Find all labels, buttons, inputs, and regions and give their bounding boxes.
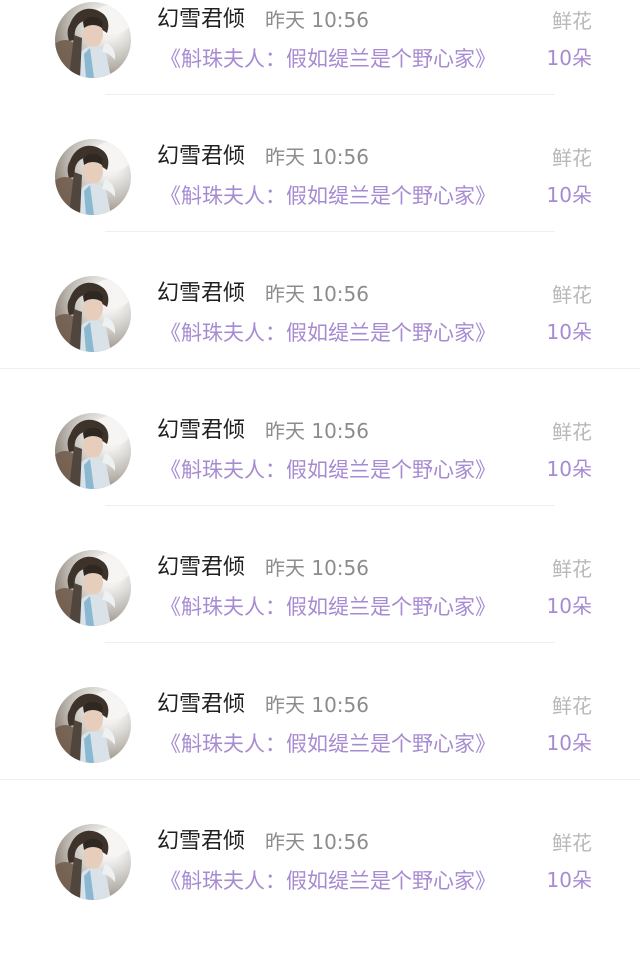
row-divider xyxy=(105,505,555,506)
row-divider xyxy=(105,94,555,95)
gift-message-row[interactable]: 幻雪君倾 昨天 10:56 《斛珠夫人：假如缇兰是个野心家》 鲜花 10朵 xyxy=(0,274,640,411)
message-time: 昨天 10:56 xyxy=(265,419,369,443)
message-time: 昨天 10:56 xyxy=(265,282,369,306)
book-title-link[interactable]: 《斛珠夫人：假如缇兰是个野心家》 xyxy=(160,182,496,210)
gift-count: 10朵 xyxy=(546,320,592,344)
gift-count: 10朵 xyxy=(546,457,592,481)
book-title-link[interactable]: 《斛珠夫人：假如缇兰是个野心家》 xyxy=(160,867,496,895)
message-time: 昨天 10:56 xyxy=(265,693,369,717)
row-divider xyxy=(105,642,555,643)
user-name[interactable]: 幻雪君倾 xyxy=(157,554,245,582)
gift-type-label: 鲜花 xyxy=(552,9,592,33)
book-title-link[interactable]: 《斛珠夫人：假如缇兰是个野心家》 xyxy=(160,45,496,73)
gift-count: 10朵 xyxy=(546,46,592,70)
gift-message-row[interactable]: 幻雪君倾 昨天 10:56 《斛珠夫人：假如缇兰是个野心家》 鲜花 10朵 xyxy=(0,0,640,137)
user-name[interactable]: 幻雪君倾 xyxy=(157,280,245,308)
book-title-link[interactable]: 《斛珠夫人：假如缇兰是个野心家》 xyxy=(160,593,496,621)
gift-type-label: 鲜花 xyxy=(552,146,592,170)
gift-message-row[interactable]: 幻雪君倾 昨天 10:56 《斛珠夫人：假如缇兰是个野心家》 鲜花 10朵 xyxy=(0,822,640,959)
gift-message-row[interactable]: 幻雪君倾 昨天 10:56 《斛珠夫人：假如缇兰是个野心家》 鲜花 10朵 xyxy=(0,137,640,274)
user-name[interactable]: 幻雪君倾 xyxy=(157,6,245,34)
message-time: 昨天 10:56 xyxy=(265,8,369,32)
user-avatar[interactable] xyxy=(55,824,131,900)
gift-message-row[interactable]: 幻雪君倾 昨天 10:56 《斛珠夫人：假如缇兰是个野心家》 鲜花 10朵 xyxy=(0,548,640,685)
user-avatar[interactable] xyxy=(55,687,131,763)
gift-message-row[interactable]: 幻雪君倾 昨天 10:56 《斛珠夫人：假如缇兰是个野心家》 鲜花 10朵 xyxy=(0,685,640,822)
user-avatar[interactable] xyxy=(55,2,131,78)
gift-type-label: 鲜花 xyxy=(552,283,592,307)
user-name[interactable]: 幻雪君倾 xyxy=(157,828,245,856)
gift-type-label: 鲜花 xyxy=(552,694,592,718)
message-time: 昨天 10:56 xyxy=(265,145,369,169)
gift-message-list: 幻雪君倾 昨天 10:56 《斛珠夫人：假如缇兰是个野心家》 鲜花 10朵 幻雪… xyxy=(0,0,640,919)
book-title-link[interactable]: 《斛珠夫人：假如缇兰是个野心家》 xyxy=(160,456,496,484)
user-avatar[interactable] xyxy=(55,139,131,215)
user-avatar[interactable] xyxy=(55,550,131,626)
gift-type-label: 鲜花 xyxy=(552,557,592,581)
user-name[interactable]: 幻雪君倾 xyxy=(157,417,245,445)
gift-count: 10朵 xyxy=(546,594,592,618)
gift-type-label: 鲜花 xyxy=(552,420,592,444)
row-divider xyxy=(0,368,640,369)
row-divider xyxy=(0,779,640,780)
row-divider xyxy=(105,231,555,232)
message-time: 昨天 10:56 xyxy=(265,830,369,854)
gift-count: 10朵 xyxy=(546,183,592,207)
user-avatar[interactable] xyxy=(55,413,131,489)
gift-type-label: 鲜花 xyxy=(552,831,592,855)
message-time: 昨天 10:56 xyxy=(265,556,369,580)
book-title-link[interactable]: 《斛珠夫人：假如缇兰是个野心家》 xyxy=(160,730,496,758)
gift-count: 10朵 xyxy=(546,868,592,892)
user-name[interactable]: 幻雪君倾 xyxy=(157,691,245,719)
gift-message-row[interactable]: 幻雪君倾 昨天 10:56 《斛珠夫人：假如缇兰是个野心家》 鲜花 10朵 xyxy=(0,411,640,548)
user-avatar[interactable] xyxy=(55,276,131,352)
user-name[interactable]: 幻雪君倾 xyxy=(157,143,245,171)
book-title-link[interactable]: 《斛珠夫人：假如缇兰是个野心家》 xyxy=(160,319,496,347)
gift-count: 10朵 xyxy=(546,731,592,755)
